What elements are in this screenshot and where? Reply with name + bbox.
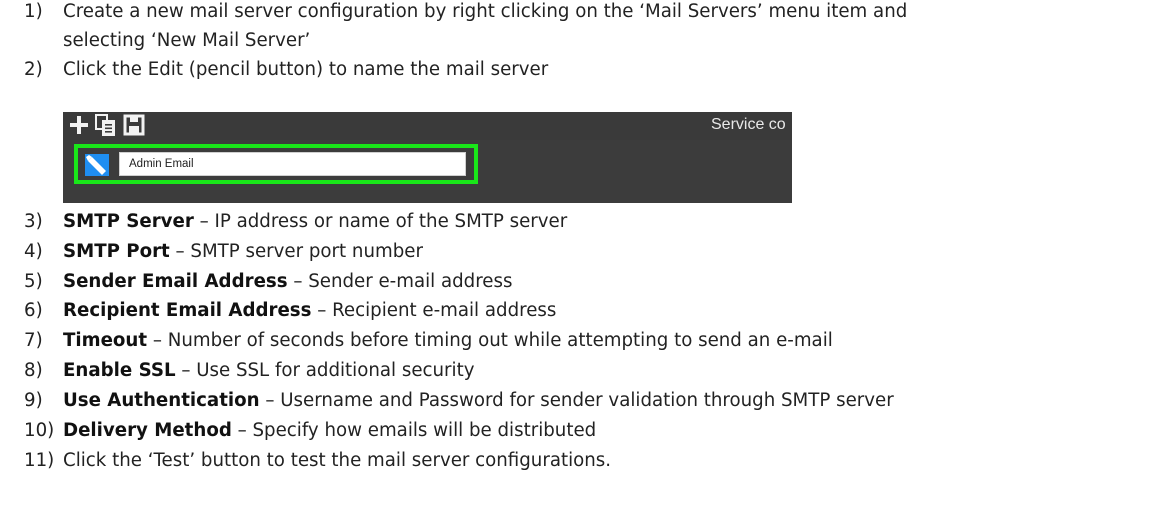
step-desc: – Username and Password for sender valid… [259,390,894,411]
step-number: 4) [24,241,43,262]
step-number: 5) [24,271,43,292]
step-2: 2) Click the Edit (pencil button) to name… [24,58,548,82]
step-6: 6) Recipient Email Address – Recipient e-… [24,299,556,323]
step-term: Recipient Email Address [63,300,312,321]
step-desc: – Specify how emails will be distributed [231,420,597,441]
step-1: 1) Create a new mail server configuration… [24,0,907,24]
step-text: Click the ‘Test’ button to test the mail… [63,450,612,471]
step-number: 1) [24,1,43,22]
step-term: Sender Email Address [63,271,288,292]
step-term: Timeout [63,330,148,351]
save-icon[interactable] [123,114,145,136]
service-config-label: Service co [711,116,786,133]
step-number: 2) [24,59,43,80]
step-number: 10) [24,420,55,441]
step-8: 8) Enable SSL – Use SSL for additional se… [24,359,474,383]
edit-button[interactable] [85,154,109,176]
step-text: Click the Edit (pencil button) to name t… [63,59,549,80]
step-term: Use Authentication [63,390,260,411]
step-4: 4) SMTP Port – SMTP server port number [24,240,423,264]
step-term: SMTP Server [63,211,194,232]
mail-server-toolbar-screenshot: Service co [63,112,792,203]
step-number: 7) [24,330,43,351]
copy-icon[interactable] [95,114,117,138]
plus-icon[interactable] [68,114,90,136]
toolbar-strip [63,112,792,140]
step-term: SMTP Port [63,241,170,262]
step-desc: – SMTP server port number [169,241,423,262]
step-7: 7) Timeout – Number of seconds before tim… [24,329,833,353]
step-term: Enable SSL [63,360,176,381]
step-text: Create a new mail server configuration b… [63,1,908,22]
step-3: 3) SMTP Server – IP address or name of th… [24,210,567,234]
step-desc: – Sender e-mail address [287,271,513,292]
step-number: 9) [24,390,43,411]
step-desc: – Recipient e-mail address [311,300,557,321]
step-number: 6) [24,300,43,321]
highlight-box [74,144,478,184]
step-number: 8) [24,360,43,381]
step-desc: – IP address or name of the SMTP server [193,211,568,232]
step-desc: – Use SSL for additional security [175,360,475,381]
step-number: 3) [24,211,43,232]
pencil-icon [86,155,106,175]
step-5: 5) Sender Email Address – Sender e-mail a… [24,270,512,294]
step-9: 9) Use Authentication – Username and Pass… [24,389,894,413]
step-term: Delivery Method [63,420,232,441]
step-1-continuation: selecting ‘New Mail Server’ [63,30,311,51]
step-10: 10) Delivery Method – Specify how emails … [24,419,596,443]
mail-server-name-input[interactable] [119,152,466,176]
step-number: 11) [24,450,55,471]
step-desc: – Number of seconds before timing out wh… [147,330,833,351]
step-11: 11) Click the ‘Test’ button to test the m… [24,449,611,473]
